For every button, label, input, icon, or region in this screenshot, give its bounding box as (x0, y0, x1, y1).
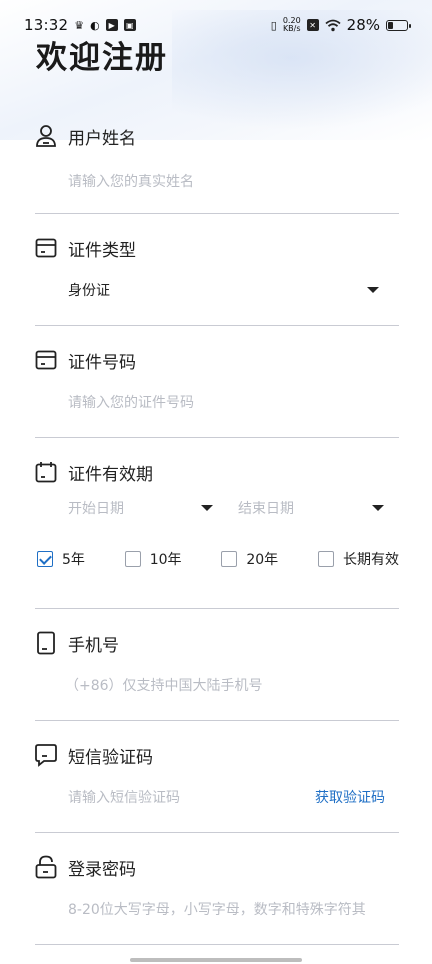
password-label: 登录密码 (68, 859, 136, 880)
checkbox-icon[interactable] (317, 551, 334, 567)
checkbox-icon[interactable] (124, 551, 141, 567)
option-10-years-label: 10年 (149, 552, 182, 568)
option-20-years-label: 20年 (246, 552, 279, 568)
sms-section: 短信验证码 请输入短信验证码 获取验证码 (35, 721, 399, 833)
option-long-term-label: 长期有效 (342, 552, 399, 568)
id-type-section: 证件类型 身份证 (35, 214, 399, 326)
id-card-icon (35, 347, 57, 373)
password-placeholder: 8-20位大写字母，小写字母，数字和特殊字符其 (68, 902, 366, 918)
wifi-icon (325, 19, 341, 31)
message-icon (35, 742, 57, 768)
caret-down-icon (372, 505, 384, 511)
no-sim-icon: ✕ (306, 19, 319, 31)
crown-icon: ♛ (74, 18, 85, 32)
checkbox-checked-icon[interactable] (37, 551, 53, 567)
option-5-years[interactable]: 5年 (37, 549, 85, 569)
network-speed-unit: KB/s (282, 24, 301, 33)
option-long-term[interactable]: 长期有效 (317, 549, 399, 569)
phone-section: 手机号 （+86）仅支持中国大陆手机号 (35, 609, 399, 721)
user-icon (35, 123, 57, 149)
option-10-years[interactable]: 10年 (124, 549, 182, 569)
sms-input-row: 请输入短信验证码 获取验证码 (35, 767, 399, 827)
phone-input[interactable]: （+86）仅支持中国大陆手机号 (35, 655, 399, 715)
caret-down-icon (201, 505, 213, 511)
option-20-years[interactable]: 20年 (221, 549, 278, 569)
validity-label: 证件有效期 (68, 464, 153, 485)
id-type-label: 证件类型 (68, 240, 136, 261)
calendar-icon (35, 459, 57, 485)
network-speed: 0.20 KB/s (283, 17, 301, 33)
page-title: 欢迎注册 (36, 40, 168, 76)
end-date-select[interactable]: 结束日期 (238, 498, 384, 518)
status-right: ▯ 0.20 KB/s ✕ 28% (270, 16, 411, 34)
sms-label: 短信验证码 (68, 747, 153, 768)
id-number-label: 证件号码 (68, 352, 136, 373)
name-placeholder: 请输入您的真实姓名 (68, 173, 194, 190)
battery-fill (388, 21, 393, 29)
caret-down-icon (367, 287, 379, 293)
phone-placeholder: （+86）仅支持中国大陆手机号 (65, 678, 263, 694)
battery-percent: 28% (346, 16, 380, 34)
password-input[interactable]: 8-20位大写字母，小写字母，数字和特殊字符其 (35, 879, 399, 939)
sms-row: 请输入短信验证码 获取验证码 (68, 787, 399, 807)
vibrate-icon: ▯ (270, 18, 277, 32)
name-section: 用户姓名 请输入您的真实姓名 (35, 112, 399, 214)
validity-section: 证件有效期 开始日期 结束日期 5年 10年 20年 长期有效 (35, 438, 399, 609)
phone-header: 手机号 (35, 609, 399, 656)
start-date-select[interactable]: 开始日期 (68, 498, 213, 518)
id-type-header: 证件类型 (35, 214, 399, 261)
validity-dates: 开始日期 结束日期 (35, 484, 399, 532)
home-indicator[interactable] (130, 958, 302, 962)
validity-options: 5年 10年 20年 长期有效 (35, 532, 399, 592)
id-number-input[interactable]: 请输入您的证件号码 (35, 372, 399, 432)
password-header: 登录密码 (35, 833, 399, 880)
phone-icon (35, 630, 57, 656)
end-date-placeholder: 结束日期 (238, 501, 294, 517)
play-icon: ▶ (105, 19, 118, 31)
option-5-years-label: 5年 (62, 552, 85, 568)
app-icon: ▣ (123, 19, 136, 31)
id-card-icon (35, 235, 57, 261)
id-number-header: 证件号码 (35, 326, 399, 373)
validity-header: 证件有效期 (35, 438, 399, 485)
id-type-value: 身份证 (68, 283, 110, 299)
id-type-select-row: 身份证 (68, 280, 399, 300)
id-number-placeholder: 请输入您的证件号码 (68, 395, 194, 411)
name-header: 用户姓名 (35, 112, 399, 149)
start-date-placeholder: 开始日期 (68, 501, 124, 517)
name-input[interactable]: 请输入您的真实姓名 (35, 148, 399, 213)
sms-placeholder[interactable]: 请输入短信验证码 (68, 787, 180, 807)
id-type-select[interactable]: 身份证 (35, 260, 399, 320)
id-number-section: 证件号码 请输入您的证件号码 (35, 326, 399, 438)
lock-icon (35, 854, 57, 880)
phone-label: 手机号 (68, 635, 119, 656)
battery-icon (386, 19, 411, 31)
checkbox-icon[interactable] (221, 551, 238, 567)
name-label: 用户姓名 (68, 128, 136, 149)
sms-header: 短信验证码 (35, 721, 399, 768)
password-section: 登录密码 8-20位大写字母，小写字母，数字和特殊字符其 (35, 833, 399, 945)
swirl-icon: ◐ (90, 18, 100, 32)
date-row: 开始日期 结束日期 (68, 498, 399, 518)
get-code-button[interactable]: 获取验证码 (315, 787, 385, 807)
register-form: 用户姓名 请输入您的真实姓名 证件类型 身份证 证件号码 请输入您的证件号码 证… (35, 112, 399, 945)
